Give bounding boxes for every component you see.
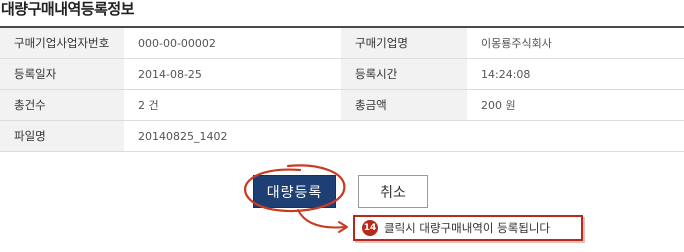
page-title: 대량구매내역등록정보 bbox=[1, 0, 135, 18]
file-name-label: 파일명 bbox=[0, 120, 124, 152]
table-row: 구매기업사업자번호 000-00-00002 구매기업명 이몽룡주식회사 bbox=[0, 27, 684, 59]
company-name-value: 이몽룡주식회사 bbox=[467, 27, 684, 59]
total-amount-value: 200 원 bbox=[467, 89, 684, 121]
total-count-value: 2 건 bbox=[124, 89, 341, 121]
registration-date-label: 등록일자 bbox=[0, 58, 124, 90]
registration-date-value: 2014-08-25 bbox=[124, 58, 341, 90]
bulk-register-button[interactable]: 대량등록 bbox=[253, 175, 336, 208]
business-number-value: 000-00-00002 bbox=[124, 27, 341, 59]
table-row: 파일명 20140825_1402 bbox=[0, 120, 684, 152]
registration-info-table: 구매기업사업자번호 000-00-00002 구매기업명 이몽룡주식회사 등록일… bbox=[0, 26, 684, 152]
table-row: 등록일자 2014-08-25 등록시간 14:24:08 bbox=[0, 58, 684, 90]
table-row: 총건수 2 건 총금액 200 원 bbox=[0, 89, 684, 121]
company-name-label: 구매기업명 bbox=[341, 27, 467, 59]
registration-time-value: 14:24:08 bbox=[467, 58, 684, 90]
callout-arrow bbox=[297, 209, 346, 229]
total-count-label: 총건수 bbox=[0, 89, 124, 121]
total-amount-label: 총금액 bbox=[341, 89, 467, 121]
registration-time-label: 등록시간 bbox=[341, 58, 467, 90]
instruction-callout: 14 클릭시 대량구매내역이 등록됩니다 bbox=[353, 215, 583, 241]
file-name-value: 20140825_1402 bbox=[124, 120, 684, 152]
arrow-head-icon bbox=[338, 221, 348, 233]
business-number-label: 구매기업사업자번호 bbox=[0, 27, 124, 59]
cancel-button[interactable]: 취소 bbox=[358, 175, 428, 208]
bulk-purchase-registration-page: 대량구매내역등록정보 구매기업사업자번호 000-00-00002 구매기업명 … bbox=[0, 0, 684, 252]
step-number-badge: 14 bbox=[362, 220, 378, 236]
callout-text: 클릭시 대량구매내역이 등록됩니다 bbox=[384, 221, 551, 235]
